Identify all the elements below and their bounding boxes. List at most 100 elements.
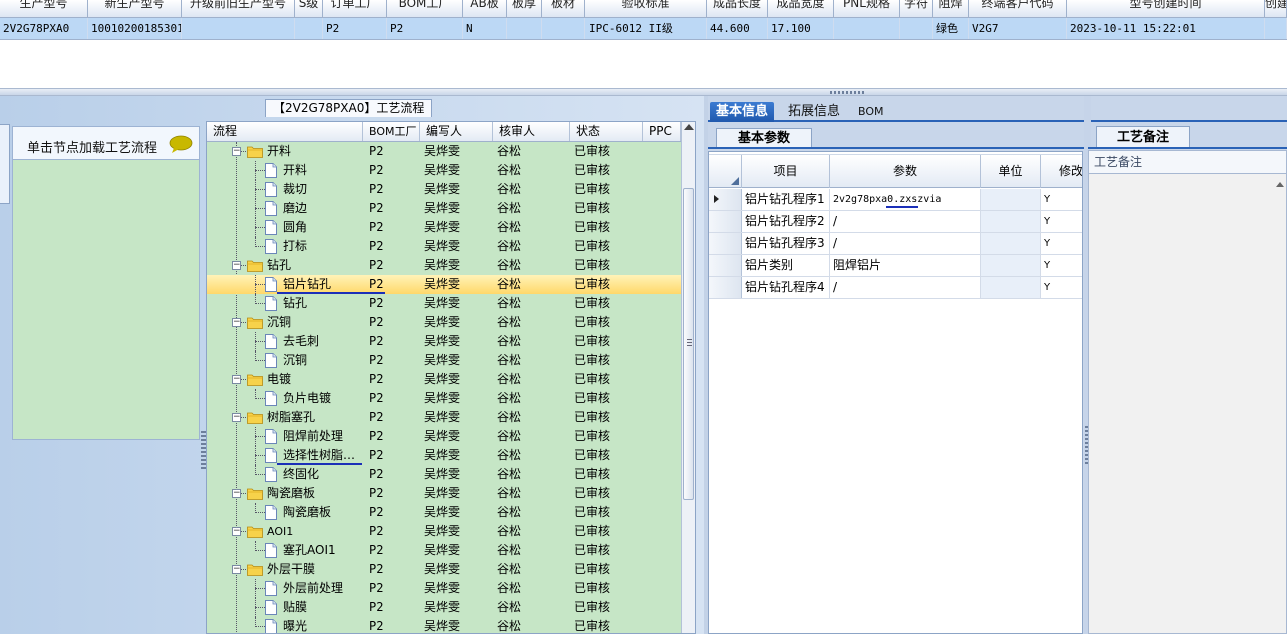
- model-grid-header-cell[interactable]: 字符: [900, 0, 933, 18]
- tree-step-row[interactable]: 钻孔 P2 吴烨雯 谷松 已审核: [207, 294, 681, 313]
- tree-writer: 吴烨雯: [424, 562, 461, 576]
- model-grid-row-selected[interactable]: 2V2G78PXA0 10010200185301 P2 P2 N IPC-6012 II…: [0, 18, 1287, 40]
- collapse-toggle-icon[interactable]: −: [232, 375, 241, 384]
- tree-scroll-thumb[interactable]: [683, 188, 694, 500]
- model-grid-header-cell[interactable]: 阻焊: [933, 0, 969, 18]
- collapse-toggle-icon[interactable]: −: [232, 261, 241, 270]
- horizontal-splitter[interactable]: [0, 88, 1287, 96]
- collapse-toggle-icon[interactable]: −: [232, 489, 241, 498]
- model-grid-header-cell[interactable]: 成品长度: [707, 0, 768, 18]
- tree-header-cell[interactable]: 核审人: [493, 122, 570, 141]
- tree-step-row[interactable]: 磨边 P2 吴烨雯 谷松 已审核: [207, 199, 681, 218]
- model-grid-header-cell[interactable]: 订单工厂: [323, 0, 387, 18]
- params-cell-value[interactable]: 阻焊铝片: [830, 255, 981, 276]
- tree-bom-factory: P2: [369, 486, 384, 500]
- model-grid-cell: [834, 18, 900, 39]
- model-grid-header-cell[interactable]: 成品宽度: [768, 0, 834, 18]
- model-grid-header-cell[interactable]: 生产型号: [0, 0, 88, 18]
- tree-header-cell[interactable]: PPC: [643, 122, 681, 141]
- row-header[interactable]: [709, 189, 742, 210]
- params-cell-value[interactable]: /: [830, 233, 981, 254]
- tree-step-row[interactable]: 贴膜 P2 吴烨雯 谷松 已审核: [207, 598, 681, 617]
- model-grid-header-cell[interactable]: 升级前旧生产型号: [182, 0, 295, 18]
- tree-step-row[interactable]: 塞孔AOI1 P2 吴烨雯 谷松 已审核: [207, 541, 681, 560]
- tree-header-cell[interactable]: 编写人: [420, 122, 493, 141]
- tree-step-row[interactable]: 圆角 P2 吴烨雯 谷松 已审核: [207, 218, 681, 237]
- params-row[interactable]: 铝片钻孔程序2/ Y: [709, 211, 1082, 233]
- params-cell-item: 铝片类别: [742, 255, 830, 276]
- tree-group-row[interactable]: − 陶瓷磨板 P2 吴烨雯 谷松 已审核: [207, 484, 681, 503]
- tree-step-row[interactable]: 外层前处理 P2 吴烨雯 谷松 已审核: [207, 579, 681, 598]
- tree-status: 已审核: [574, 543, 611, 557]
- params-row[interactable]: 铝片类别 阻焊铝片 Y: [709, 255, 1082, 277]
- annotation-underline: [277, 463, 362, 465]
- params-cell-value[interactable]: /: [830, 211, 981, 232]
- tree-step-row[interactable]: 曝光 P2 吴烨雯 谷松 已审核: [207, 617, 681, 633]
- tree-group-row[interactable]: − 钻孔 P2 吴烨雯 谷松 已审核: [207, 256, 681, 275]
- scroll-up-arrow-icon[interactable]: [684, 124, 694, 130]
- tree-header: 流程 BOM工厂 编写人 核审人 状态 PPC: [207, 122, 681, 142]
- tree-bom-factory: P2: [369, 201, 384, 215]
- model-grid-header-cell[interactable]: 型号创建时间: [1067, 0, 1265, 18]
- model-grid-header-cell[interactable]: 验收标准: [585, 0, 707, 18]
- process-notes-textarea[interactable]: [1088, 174, 1287, 634]
- model-grid-header-cell[interactable]: 终端客户代码: [969, 0, 1067, 18]
- tree-vertical-scrollbar[interactable]: [681, 122, 695, 633]
- tab-basic-params[interactable]: 基本参数: [716, 128, 812, 148]
- tree-step-row[interactable]: 打标 P2 吴烨雯 谷松 已审核: [207, 237, 681, 256]
- params-grid: 项目 参数 单位 修改 铝片钻孔程序1 2v2g78pxa0.zxszvia Y 铝片…: [708, 151, 1083, 634]
- tab-bom[interactable]: BOM: [852, 102, 890, 122]
- collapse-toggle-icon[interactable]: −: [232, 413, 241, 422]
- row-header[interactable]: [709, 255, 742, 276]
- tree-group-row[interactable]: − 电镀 P2 吴烨雯 谷松 已审核: [207, 370, 681, 389]
- tree-step-row[interactable]: 裁切 P2 吴烨雯 谷松 已审核: [207, 180, 681, 199]
- params-cell-value[interactable]: /: [830, 277, 981, 298]
- collapse-toggle-icon[interactable]: −: [232, 527, 241, 536]
- tree-step-row[interactable]: 沉铜 P2 吴烨雯 谷松 已审核: [207, 351, 681, 370]
- params-header-item[interactable]: 项目: [742, 155, 830, 188]
- tree-group-row[interactable]: − AOI1 P2 吴烨雯 谷松 已审核: [207, 522, 681, 541]
- tree-group-row[interactable]: − 开料 P2 吴烨雯 谷松 已审核: [207, 142, 681, 161]
- tree-step-row[interactable]: 阻焊前处理 P2 吴烨雯 谷松 已审核: [207, 427, 681, 446]
- tree-group-row[interactable]: − 沉铜 P2 吴烨雯 谷松 已审核: [207, 313, 681, 332]
- tree-group-row[interactable]: − 外层干膜 P2 吴烨雯 谷松 已审核: [207, 560, 681, 579]
- tab-process-notes[interactable]: 工艺备注: [1096, 126, 1190, 148]
- collapse-toggle-icon[interactable]: −: [232, 147, 241, 156]
- tree-header-cell[interactable]: BOM工厂: [363, 122, 420, 141]
- model-grid-header-cell[interactable]: 板厚: [507, 0, 542, 18]
- tree-step-row[interactable]: 终固化 P2 吴烨雯 谷松 已审核: [207, 465, 681, 484]
- collapsed-side-tab[interactable]: [0, 124, 10, 204]
- process-flow-title-tab[interactable]: 【2V2G78PXA0】工艺流程: [265, 99, 433, 117]
- scroll-up-arrow-icon[interactable]: [1276, 182, 1284, 187]
- model-grid-header-cell[interactable]: 板材: [542, 0, 585, 18]
- model-grid-header-cell[interactable]: 新生产型号: [88, 0, 182, 18]
- tree-header-cell[interactable]: 状态: [570, 122, 643, 141]
- row-header[interactable]: [709, 211, 742, 232]
- model-grid-header-cell[interactable]: BOM工厂: [387, 0, 463, 18]
- tree-step-row[interactable]: 负片电镀 P2 吴烨雯 谷松 已审核: [207, 389, 681, 408]
- collapse-toggle-icon[interactable]: −: [232, 318, 241, 327]
- tree-step-name: 沉铜: [267, 315, 292, 329]
- tab-extended-info[interactable]: 拓展信息: [782, 102, 846, 122]
- tree-status: 已审核: [574, 562, 611, 576]
- tree-step-row[interactable]: 去毛刺 P2 吴烨雯 谷松 已审核: [207, 332, 681, 351]
- params-row[interactable]: 铝片钻孔程序4/ Y: [709, 277, 1082, 299]
- tree-step-row[interactable]: 陶瓷磨板 P2 吴烨雯 谷松 已审核: [207, 503, 681, 522]
- collapse-toggle-icon[interactable]: −: [232, 565, 241, 574]
- row-header[interactable]: [709, 233, 742, 254]
- model-grid-header-cell[interactable]: S级: [295, 0, 323, 18]
- tree-bom-factory: P2: [369, 467, 384, 481]
- params-header-unit[interactable]: 单位: [981, 155, 1041, 188]
- model-grid-header-cell[interactable]: 创建: [1265, 0, 1287, 18]
- tree-step-row[interactable]: 开料 P2 吴烨雯 谷松 已审核: [207, 161, 681, 180]
- params-header-value[interactable]: 参数: [830, 155, 981, 188]
- tree-group-row[interactable]: − 树脂塞孔 P2 吴烨雯 谷松 已审核: [207, 408, 681, 427]
- params-row[interactable]: 铝片钻孔程序3/ Y: [709, 233, 1082, 255]
- model-grid-header-cell[interactable]: PNL规格: [834, 0, 900, 18]
- model-grid-header-cell[interactable]: AB板: [463, 0, 507, 18]
- tab-basic-info[interactable]: 基本信息: [710, 102, 775, 122]
- tree-header-cell[interactable]: 流程: [207, 122, 363, 141]
- tree-status: 已审核: [574, 391, 611, 405]
- params-header-modified[interactable]: 修改: [1041, 155, 1082, 188]
- row-header[interactable]: [709, 277, 742, 298]
